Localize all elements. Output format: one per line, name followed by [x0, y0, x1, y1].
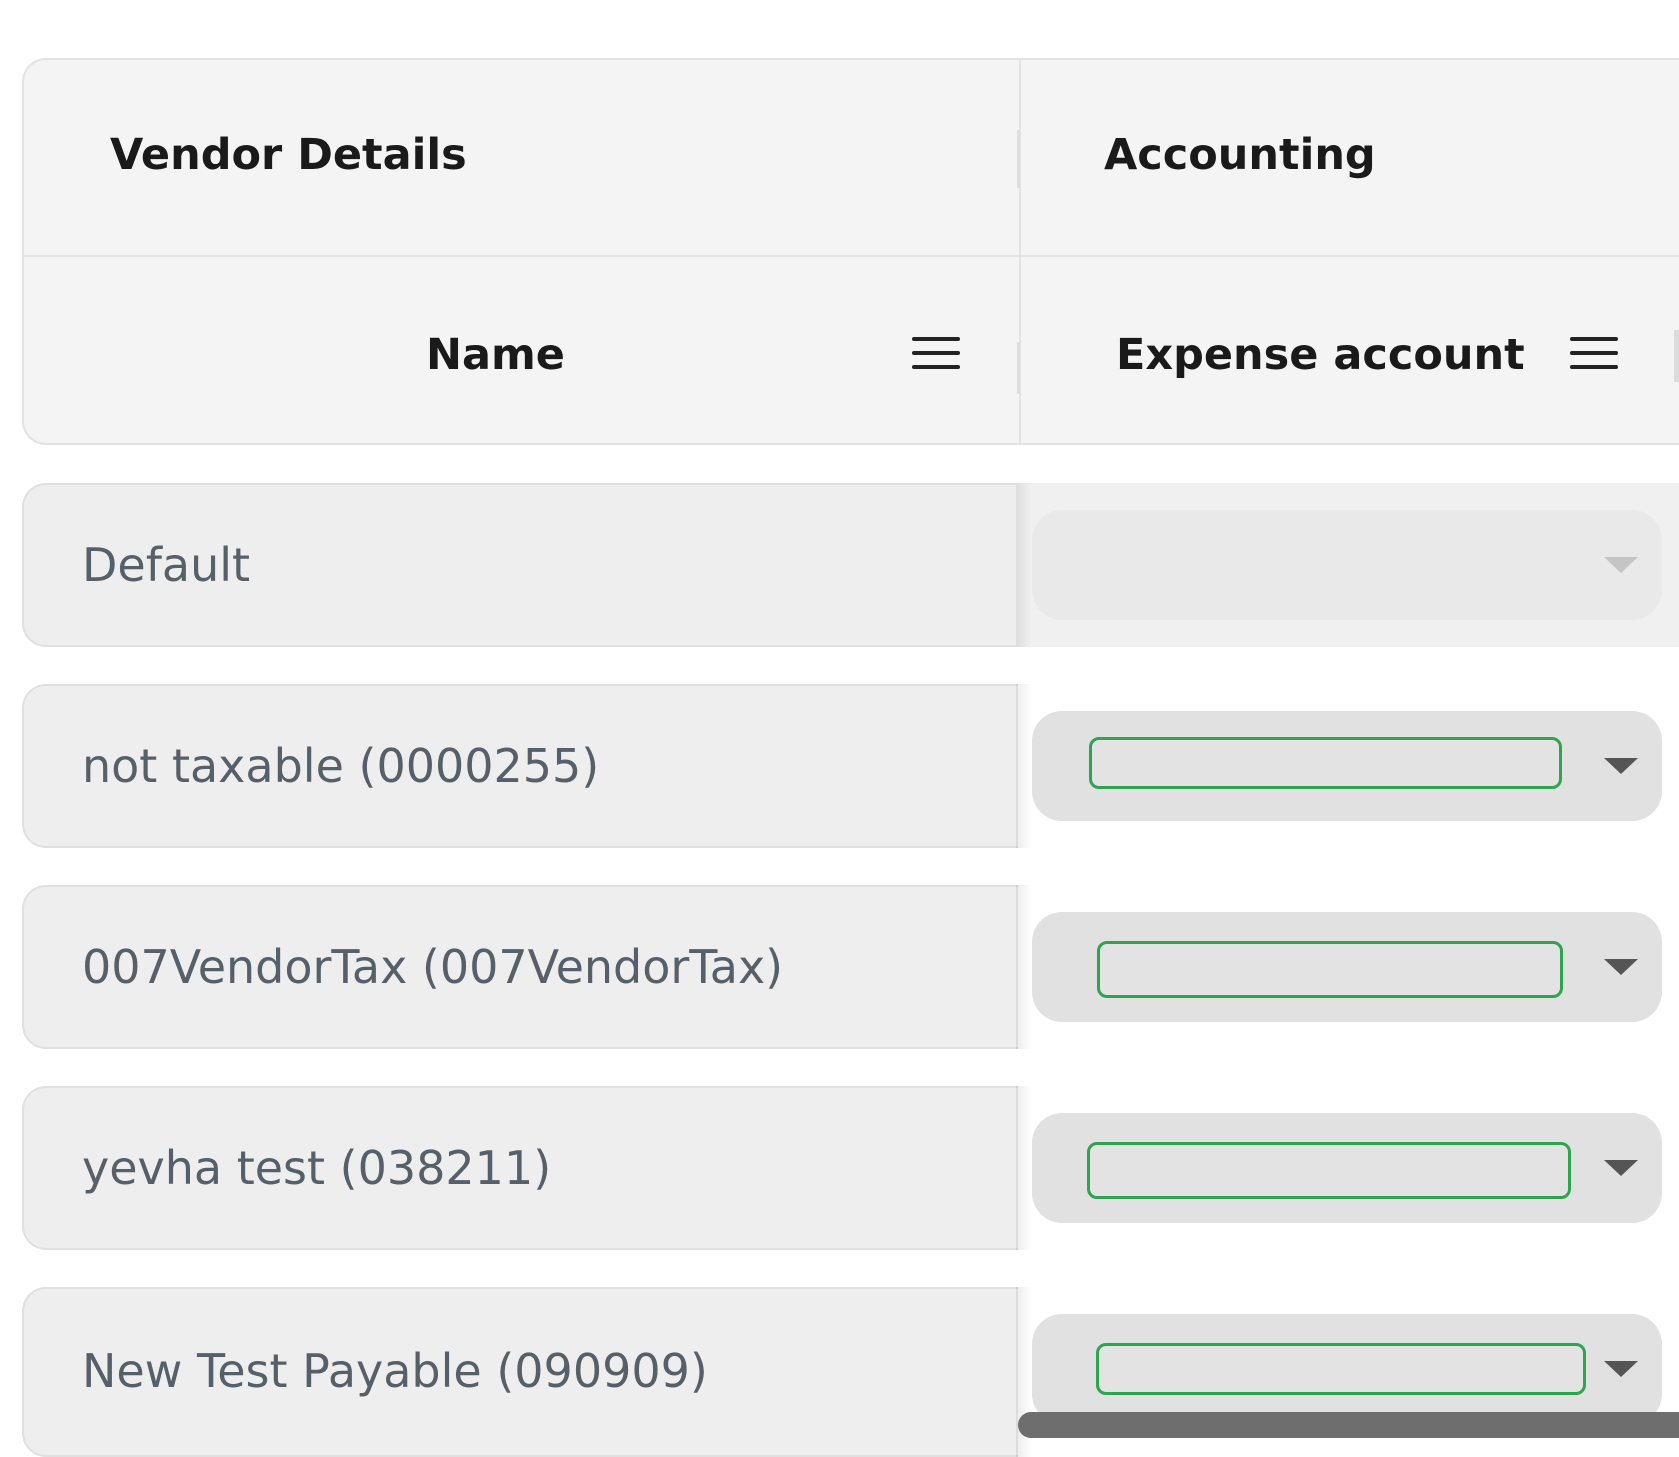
expense-account-input[interactable] — [1087, 1142, 1571, 1199]
column-header-name[interactable]: Name — [426, 330, 565, 380]
expense-account-column-menu-icon[interactable] — [1570, 337, 1618, 369]
pinned-column-shadow — [1016, 1086, 1032, 1250]
expense-account-select[interactable] — [1032, 1314, 1662, 1424]
row-name-text: yevha test (038211) — [82, 1141, 552, 1195]
pinned-column-shadow — [1016, 684, 1032, 848]
table-row-name-cell: 007VendorTax (007VendorTax) — [22, 885, 1018, 1049]
name-column-menu-icon[interactable] — [912, 337, 960, 369]
table-row-name-cell: yevha test (038211) — [22, 1086, 1018, 1250]
pinned-column-shadow — [1016, 483, 1032, 647]
expense-account-input[interactable] — [1096, 1343, 1586, 1395]
chevron-down-icon[interactable] — [1604, 758, 1638, 774]
table-row-name-cell: not taxable (0000255) — [22, 684, 1018, 848]
grid-header: Vendor Details Accounting Name Expense a… — [22, 58, 1679, 445]
expense-account-input[interactable] — [1097, 941, 1563, 998]
expense-account-select[interactable] — [1032, 711, 1662, 821]
row-name-text: 007VendorTax (007VendorTax) — [82, 940, 784, 994]
horizontal-scrollbar[interactable] — [1018, 1412, 1679, 1438]
expense-account-select-disabled — [1032, 510, 1662, 620]
row-name-text: not taxable (0000255) — [82, 739, 600, 793]
row-name-text: New Test Payable (090909) — [82, 1344, 708, 1398]
row-name-text: Default — [82, 538, 251, 592]
vendor-accounting-grid: Vendor Details Accounting Name Expense a… — [0, 0, 1679, 1457]
expense-account-select[interactable] — [1032, 912, 1662, 1022]
chevron-down-icon — [1604, 557, 1638, 573]
header-divider-horizontal — [24, 255, 1679, 257]
chevron-down-icon[interactable] — [1604, 1160, 1638, 1176]
next-column-edge — [1674, 330, 1679, 382]
chevron-down-icon[interactable] — [1604, 1361, 1638, 1377]
group-resize-handle[interactable] — [1017, 130, 1020, 188]
column-header-expense-account[interactable]: Expense account — [1116, 330, 1525, 380]
group-header-accounting: Accounting — [1104, 130, 1376, 180]
group-header-vendor-details: Vendor Details — [110, 130, 467, 180]
expense-account-select[interactable] — [1032, 1113, 1662, 1223]
chevron-down-icon[interactable] — [1604, 959, 1638, 975]
expense-account-input[interactable] — [1089, 737, 1562, 789]
table-row-name-cell: New Test Payable (090909) — [22, 1287, 1018, 1457]
table-row-name-cell: Default — [22, 483, 1018, 647]
pinned-column-shadow — [1016, 885, 1032, 1049]
column-resize-handle[interactable] — [1017, 342, 1020, 394]
